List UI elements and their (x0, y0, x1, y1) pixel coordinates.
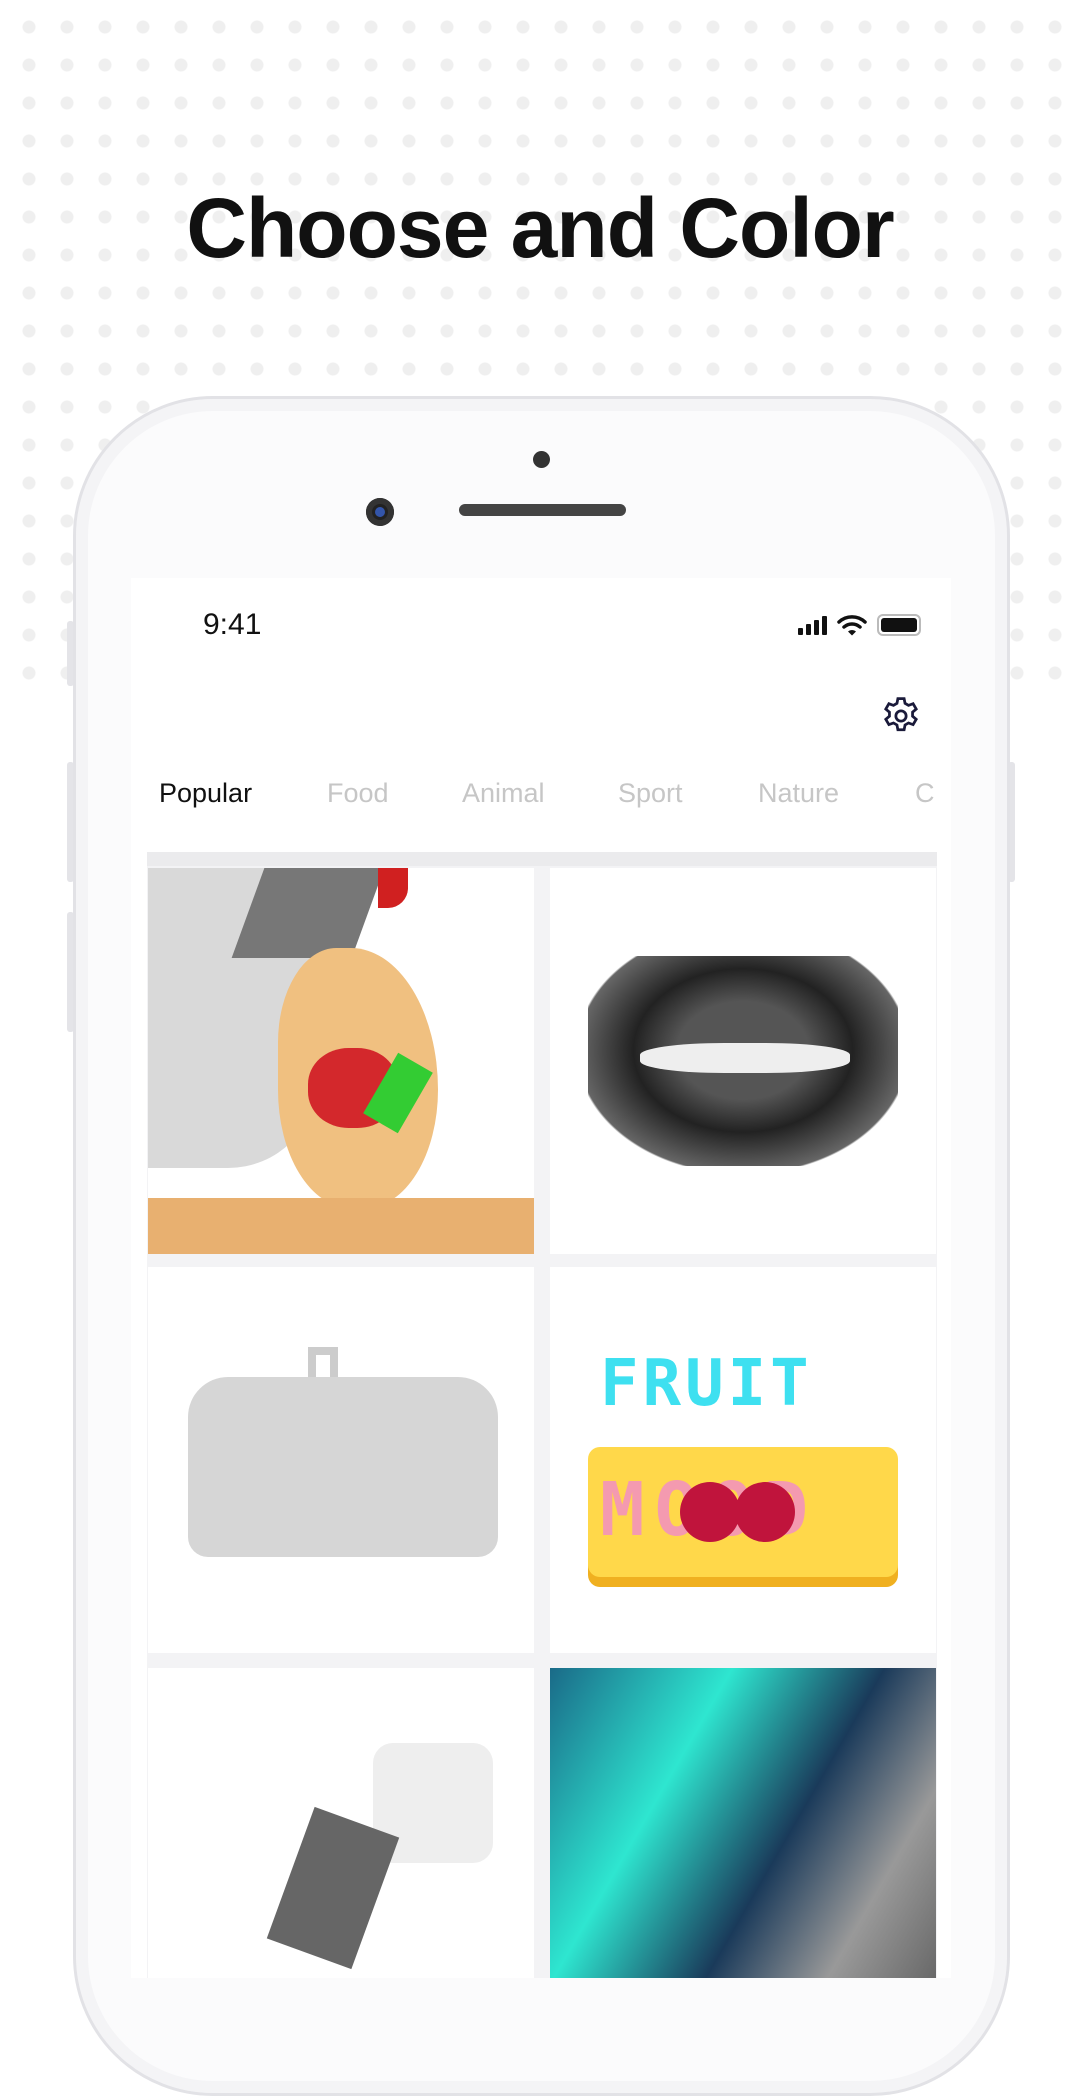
headline: Choose and Color (186, 181, 894, 275)
gallery-item-purse[interactable] (148, 1267, 534, 1653)
gallery-item-lips[interactable] (550, 868, 936, 1254)
signal-icon (798, 615, 827, 635)
gear-icon[interactable] (879, 694, 923, 738)
gallery-grid: FRUIT MOOD (147, 866, 937, 1978)
tab-sport[interactable]: Sport (618, 778, 683, 809)
status-time: 9:41 (203, 608, 262, 641)
gallery-item-fruit-mood[interactable]: FRUIT MOOD (550, 1267, 936, 1653)
gallery-item-sketch[interactable] (148, 1668, 534, 1978)
tab-nature[interactable]: Nature (758, 778, 839, 809)
category-tabs: Popular Food Animal Sport Nature C (131, 778, 951, 822)
tabs-divider (147, 852, 937, 866)
tab-animal[interactable]: Animal (462, 778, 545, 809)
app-screen: 9:41 Popular Food Animal Sport Nature C … (131, 578, 951, 1978)
gallery-item-strawberry[interactable] (148, 868, 534, 1254)
wifi-icon (837, 615, 867, 636)
status-icons (798, 614, 921, 636)
battery-icon (877, 614, 921, 636)
tab-food[interactable]: Food (327, 778, 389, 809)
front-camera (366, 498, 394, 526)
gallery-item-aurora[interactable] (550, 1668, 936, 1978)
tab-popular[interactable]: Popular (159, 778, 252, 809)
tab-more[interactable]: C (915, 778, 935, 809)
speaker (459, 504, 626, 516)
sensor-dot (533, 451, 550, 468)
